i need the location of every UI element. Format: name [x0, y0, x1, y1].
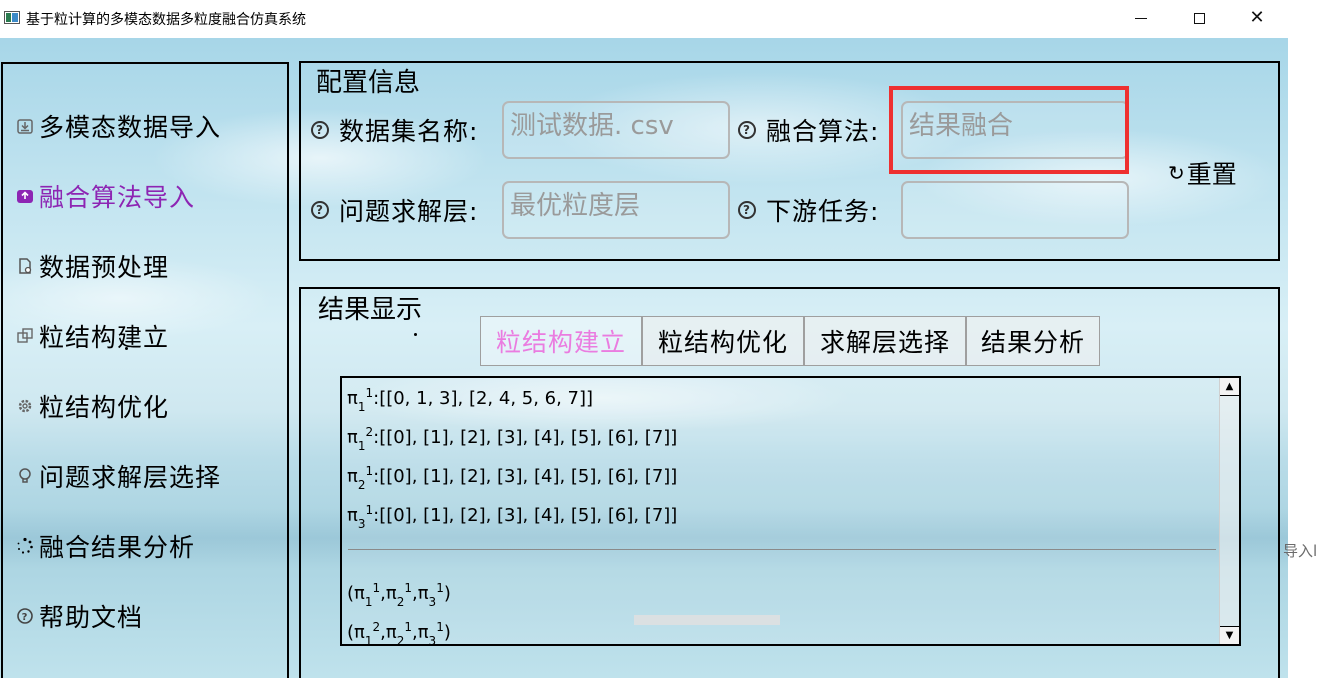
- nav-item-label: 数据预处理: [39, 253, 170, 282]
- highlight-box: [889, 86, 1129, 174]
- combination-line: (π11,π21,π31): [347, 581, 451, 609]
- config-panel: [299, 61, 1280, 261]
- nav-item-label: 融合算法导入: [39, 183, 196, 212]
- stray-dot: [414, 333, 417, 336]
- nav-item-data-import[interactable]: 多模态数据导入: [15, 106, 221, 146]
- layer-label: ? 问题求解层:: [311, 192, 478, 228]
- divider: [348, 549, 1216, 550]
- algorithm-label: ? 融合算法:: [738, 112, 879, 148]
- dataset-label: ? 数据集名称:: [311, 112, 478, 148]
- combination-line: (π12,π21,π31): [347, 620, 451, 646]
- layer-field[interactable]: 最优粒度层: [502, 181, 730, 239]
- stray-dot: [125, 347, 128, 350]
- nav-item-layer-select[interactable]: 问题求解层选择: [15, 456, 221, 496]
- task-field[interactable]: [901, 181, 1129, 239]
- nav-item-label: 粒结构建立: [39, 323, 170, 352]
- clipped-label: 导入l: [1283, 542, 1318, 560]
- partition-line: π11:[[0, 1, 3], [2, 4, 5, 6, 7]]: [347, 386, 594, 414]
- nav-item-optimize-structure[interactable]: 粒结构优化: [15, 386, 169, 426]
- sidebar-nav: 多模态数据导入 融合算法导入 数据预处理 粒结构建立 粒结构优化 问题求解层选择: [1, 62, 289, 678]
- nav-item-label: 帮助文档: [39, 603, 144, 632]
- config-title: 配置信息: [316, 68, 421, 98]
- reset-button[interactable]: ↻ 重置: [1168, 155, 1237, 191]
- bulb-icon: [15, 466, 35, 486]
- nav-item-label: 粒结构优化: [39, 393, 170, 422]
- nav-item-algorithm-import[interactable]: 融合算法导入: [15, 176, 195, 216]
- refresh-icon: ↻: [1168, 161, 1185, 185]
- import-icon: [15, 116, 35, 136]
- minimize-button[interactable]: [1112, 0, 1170, 36]
- nav-item-label: 问题求解层选择: [39, 463, 222, 492]
- help-icon[interactable]: ?: [738, 201, 756, 219]
- dataset-field[interactable]: 测试数据. csv: [502, 101, 730, 159]
- scroll-up-icon[interactable]: ▲: [1220, 378, 1239, 396]
- layer-label-text: 问题求解层:: [339, 197, 479, 226]
- help-icon: ?: [15, 606, 35, 626]
- task-label-text: 下游任务:: [766, 197, 880, 226]
- window-title: 基于粒计算的多模态数据多粒度融合仿真系统: [26, 12, 306, 28]
- tab-result-analysis[interactable]: 结果分析: [966, 316, 1100, 366]
- close-icon: ✕: [1249, 7, 1265, 28]
- tab-build-structure[interactable]: 粒结构建立: [480, 316, 642, 366]
- partition-line: π21:[[0], [1], [2], [3], [4], [5], [6], …: [347, 464, 678, 492]
- horizontal-scrollbar-thumb[interactable]: [634, 615, 780, 625]
- partition-line: π12:[[0], [1], [2], [3], [4], [5], [6], …: [347, 425, 678, 453]
- dataset-label-text: 数据集名称:: [339, 117, 479, 146]
- nav-item-build-structure[interactable]: 粒结构建立: [15, 316, 169, 356]
- help-icon[interactable]: ?: [311, 201, 329, 219]
- title-bar: 基于粒计算的多模态数据多粒度融合仿真系统 ✕: [0, 0, 1288, 38]
- algorithm-label-text: 融合算法:: [766, 117, 880, 146]
- nav-item-label: 多模态数据导入: [39, 113, 222, 142]
- tab-optimize-structure[interactable]: 粒结构优化: [642, 316, 804, 366]
- partition-line: π31:[[0], [1], [2], [3], [4], [5], [6], …: [347, 503, 678, 531]
- structure-icon: [15, 326, 35, 346]
- vertical-scrollbar[interactable]: ▲ ▼: [1219, 378, 1239, 644]
- svg-text:?: ?: [22, 612, 29, 623]
- close-button[interactable]: ✕: [1228, 0, 1286, 36]
- loading-icon: [15, 536, 35, 556]
- reset-label: 重置: [1186, 160, 1237, 189]
- maximize-button[interactable]: [1170, 0, 1228, 36]
- task-label: ? 下游任务:: [738, 192, 879, 228]
- upload-icon: [15, 186, 35, 206]
- result-output[interactable]: π11:[[0, 1, 3], [2, 4, 5, 6, 7]] π12:[[0…: [340, 376, 1241, 646]
- nav-item-preprocess[interactable]: 数据预处理: [15, 246, 169, 286]
- tab-layer-select[interactable]: 求解层选择: [804, 316, 966, 366]
- maximize-icon: [1193, 12, 1205, 24]
- nav-item-help[interactable]: ? 帮助文档: [15, 596, 143, 636]
- nav-item-label: 融合结果分析: [39, 533, 196, 562]
- app-icon: [4, 11, 20, 24]
- result-title: 结果显示: [318, 295, 423, 325]
- help-icon[interactable]: ?: [738, 121, 756, 139]
- minimize-icon: [1135, 17, 1147, 19]
- scroll-down-icon[interactable]: ▼: [1220, 626, 1239, 644]
- gear-icon: [15, 396, 35, 416]
- nav-item-result-analysis[interactable]: 融合结果分析: [15, 526, 195, 566]
- help-icon[interactable]: ?: [311, 121, 329, 139]
- file-process-icon: [15, 256, 35, 276]
